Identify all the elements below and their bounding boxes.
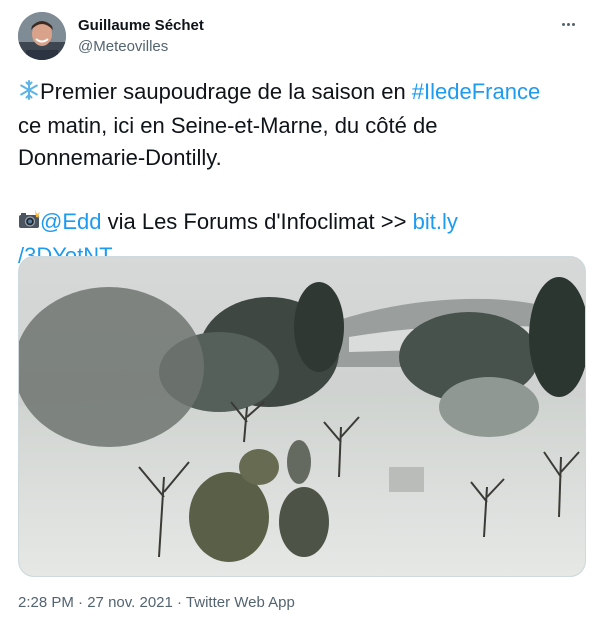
snow-garden-photo bbox=[19, 257, 585, 576]
tweet-client[interactable]: Twitter Web App bbox=[186, 594, 295, 611]
tweet-time[interactable]: 2:28 PM bbox=[18, 594, 74, 611]
tweet-header: Guillaume Séchet @Meteovilles bbox=[18, 12, 584, 62]
credit-text: via Les Forums d'Infoclimat >> bbox=[101, 209, 413, 234]
tweet-date[interactable]: 27 nov. 2021 bbox=[87, 594, 173, 611]
more-options-icon[interactable] bbox=[554, 14, 582, 34]
tweet-line-2: ce matin, ici en Seine-et-Marne, du côté… bbox=[18, 113, 438, 138]
tweet-line-1: Premier saupoudrage de la saison en bbox=[40, 79, 412, 104]
tweet-line-3: Donnemarie-Dontilly. bbox=[18, 145, 222, 170]
avatar[interactable] bbox=[18, 12, 66, 60]
camera-flash-icon bbox=[18, 208, 40, 240]
hashtag-link[interactable]: #IledeFrance bbox=[412, 79, 540, 104]
avatar-image bbox=[18, 12, 66, 60]
short-link-part1[interactable]: bit.ly bbox=[413, 209, 458, 234]
mention-link[interactable]: @Edd bbox=[40, 209, 101, 234]
meta-separator-2: · bbox=[172, 594, 186, 611]
meta-separator-1: · bbox=[73, 594, 88, 611]
snowflake-icon bbox=[18, 78, 40, 110]
tweet-photo[interactable] bbox=[18, 256, 586, 577]
tweet-meta: 2:28 PM · 27 nov. 2021 · Twitter Web App bbox=[18, 594, 295, 611]
tweet-card: Guillaume Séchet @Meteovilles Premier sa… bbox=[0, 0, 602, 629]
tweet-text: Premier saupoudrage de la saison en #Ile… bbox=[18, 76, 586, 272]
author-handle[interactable]: @Meteovilles bbox=[78, 38, 168, 55]
author-name[interactable]: Guillaume Séchet bbox=[78, 17, 204, 34]
